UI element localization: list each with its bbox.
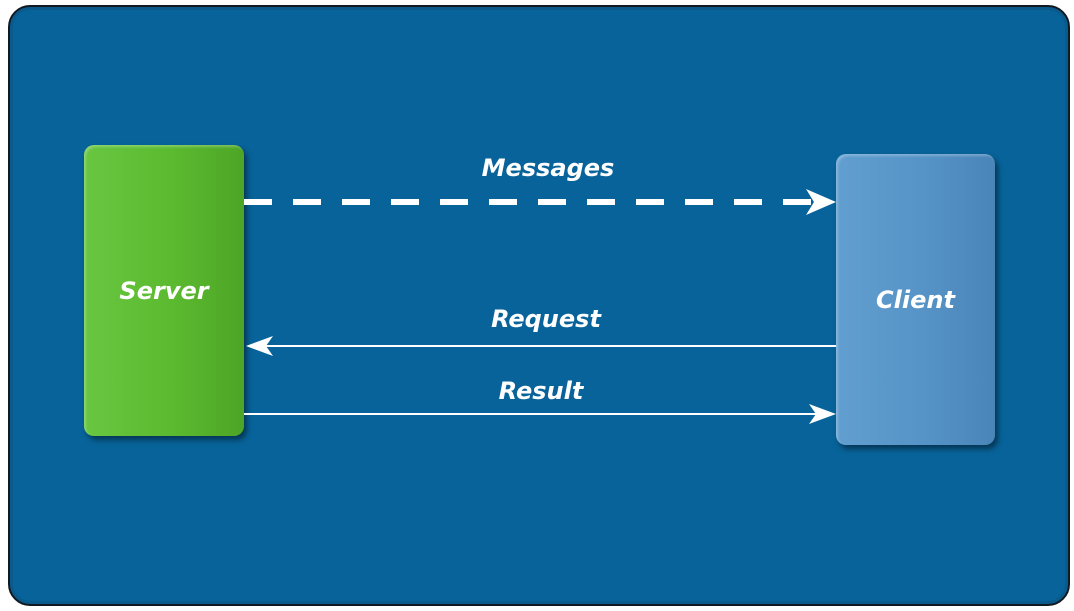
request-label: Request: [491, 305, 601, 333]
messages-arrow: [244, 189, 836, 215]
messages-label: Messages: [481, 154, 615, 182]
request-arrow: [246, 336, 836, 356]
result-label: Result: [498, 377, 584, 405]
result-arrow: [244, 404, 836, 424]
